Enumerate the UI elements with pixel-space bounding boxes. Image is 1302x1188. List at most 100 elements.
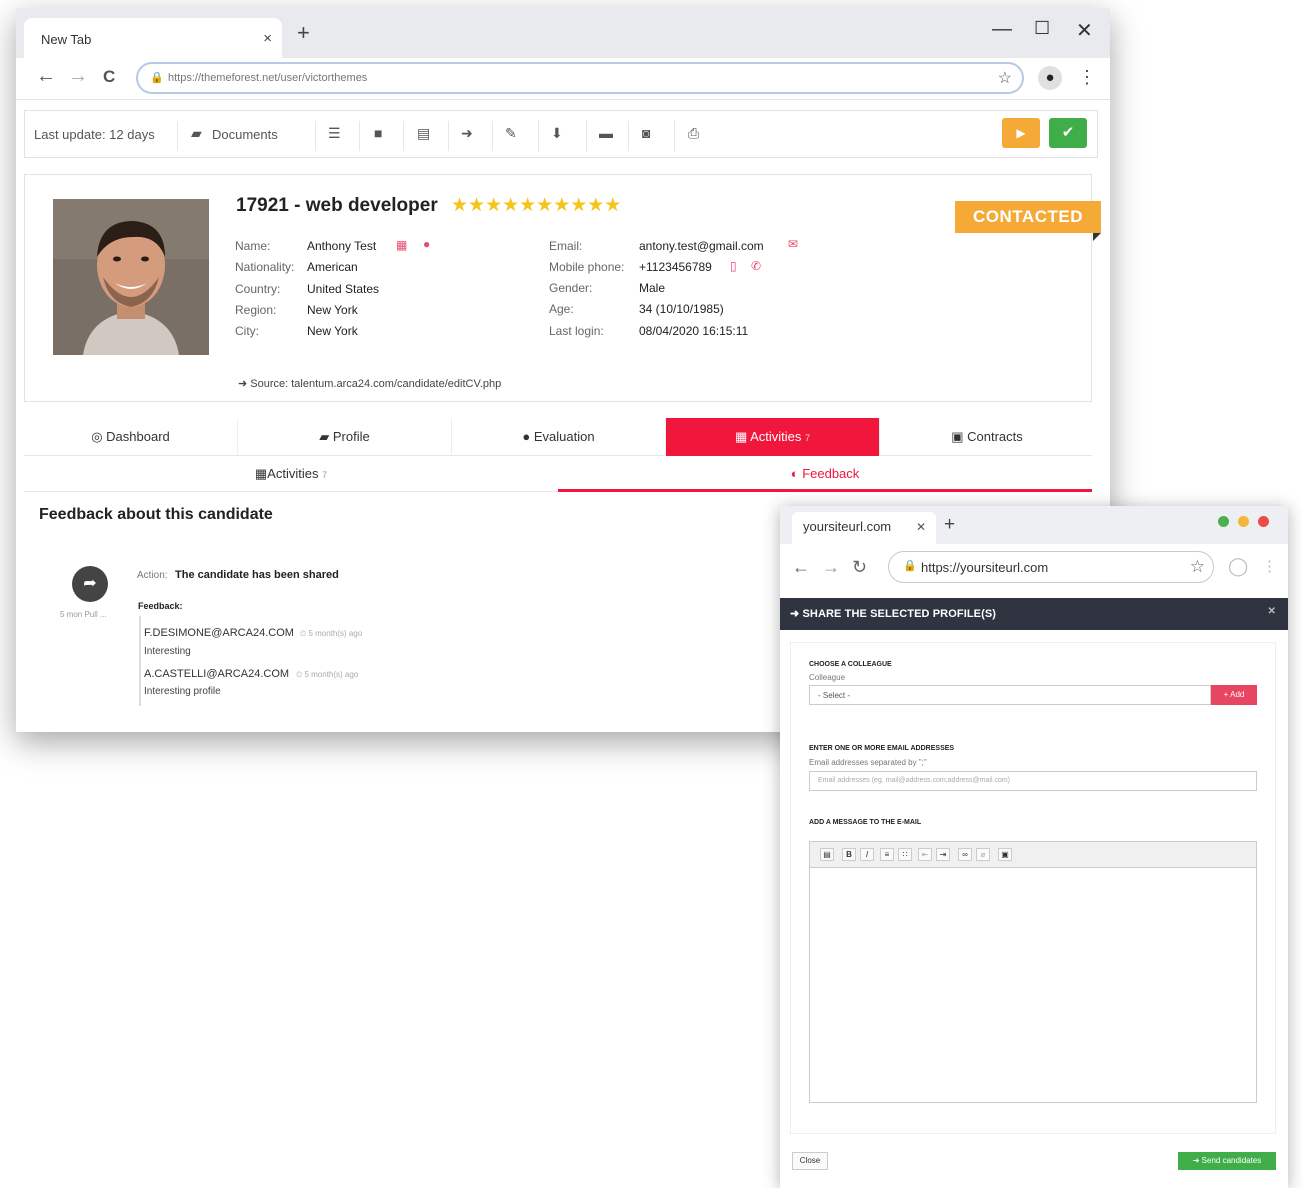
rating-stars[interactable]: ★★★★★★★★★★ [451,194,621,217]
main-tabs: ◎ Dashboard ▰ Profile ● Evaluation ▦ Act… [24,418,1092,456]
print-icon[interactable]: ⎙ [688,125,699,142]
tab-activities[interactable]: ▦ Activities 7 [666,418,880,456]
image-icon[interactable]: ▣ [998,848,1012,861]
briefcase-icon: ▰ [319,429,333,444]
video-icon[interactable]: ■ [374,125,382,141]
dashboard-icon: ◎ [91,429,107,444]
bookmark-star-icon[interactable]: ☆ [1190,557,1205,577]
documents-button[interactable]: Documents [212,127,278,142]
subtab-label: Feedback [802,466,860,481]
tab-evaluation[interactable]: ● Evaluation [452,418,666,456]
maximize-button[interactable]: ☐ [1034,18,1050,39]
tab-close-icon[interactable]: ✕ [916,520,926,534]
documents-icon: ▰ [191,125,202,141]
confirm-button[interactable]: ✔ [1049,118,1087,148]
download-icon[interactable]: ⬇ [551,125,563,142]
feedback-icon: ◐ [790,466,803,481]
gender-value: Male [639,281,666,295]
share-icon[interactable]: ➜ [461,125,473,142]
new-tab-button[interactable]: + [297,20,310,46]
email-addresses-input[interactable]: Email addresses (eg. mail@address.com;ad… [809,771,1257,791]
close-button[interactable]: Close [792,1152,828,1170]
phone-icon[interactable]: ✆ [751,259,761,273]
send-candidates-button[interactable]: ➜ Send candidates [1178,1152,1276,1170]
feedback-title: Feedback about this candidate [39,506,273,523]
profile-avatar-icon[interactable]: ● [1038,66,1062,90]
tab-profile[interactable]: ▰ Profile [238,418,452,456]
forward-button[interactable]: → [68,65,88,88]
menu-kebab-icon[interactable]: ⋮ [1262,557,1277,575]
sms-icon[interactable]: ▯ [730,259,737,273]
last-update-text: Last update: 12 days [34,127,155,142]
action-text: The candidate has been shared [175,569,339,581]
url-text: https://themeforest.net/user/victortheme… [168,72,368,84]
message-editor[interactable]: ▤ B I ≡ ∷ ⇤ ⇥ ∞ ⌀ ▣ [809,841,1257,1103]
document-icon[interactable]: ▤ [417,125,430,142]
award-icon: ● [522,429,534,444]
popup-browser-window: yoursiteurl.com ✕ + ← → ↻ 🔒 https://your… [780,506,1288,1188]
archive-icon[interactable]: ▬ [599,125,613,141]
feedback-message: Interesting [144,646,191,657]
profile-icon[interactable]: ◯ [1228,556,1248,577]
calendar-icon[interactable]: ▦ [396,238,407,252]
back-button[interactable]: ← [36,65,56,88]
tab-contracts[interactable]: ▣ Contracts [880,418,1094,456]
link-icon[interactable]: ∞ [958,848,972,861]
edit-pencil-icon[interactable]: ✎ [505,125,517,142]
toolbar-divider [315,121,316,151]
tab-close-icon[interactable]: × [263,30,272,47]
modal-title: SHARE THE SELECTED PROFILE(S) [802,608,997,620]
minimize-button[interactable]: — [992,18,1012,41]
reload-icon[interactable]: ↻ [852,557,867,578]
menu-kebab-icon[interactable]: ⋮ [1078,67,1096,88]
feedback-time: ⏲ 5 month(s) ago [296,670,358,680]
window-dot-yellow[interactable] [1238,516,1249,527]
tab-count: 7 [805,433,811,443]
colleague-label: Colleague [809,673,846,682]
mail-icon[interactable]: ✉ [788,237,798,251]
camera-icon[interactable]: ◙ [642,125,650,141]
bookmark-star-icon[interactable]: ☆ [998,68,1012,88]
bullet-list-icon[interactable]: ∷ [898,848,912,861]
paste-icon[interactable]: ▤ [820,848,834,861]
indent-icon[interactable]: ⇥ [936,848,950,861]
feedback-time-text: 5 month(s) ago [308,629,363,638]
popup-browser-tab[interactable]: yoursiteurl.com ✕ [792,512,936,544]
toolbar-divider [177,121,178,151]
reload-button[interactable]: C [103,67,115,87]
forward-button[interactable]: → [822,557,840,578]
ordered-list-icon[interactable]: ≡ [880,848,894,861]
italic-icon[interactable]: I [860,848,874,861]
window-dot-red[interactable] [1258,516,1269,527]
name-value: Anthony Test [307,239,377,253]
back-button[interactable]: ← [792,557,810,578]
add-colleague-button[interactable]: + Add [1211,685,1257,705]
editor-toolbar: ▤ B I ≡ ∷ ⇤ ⇥ ∞ ⌀ ▣ [810,842,1256,868]
city-label: City: [235,324,259,338]
modal-close-icon[interactable]: ✕ [1268,606,1276,617]
subtab-feedback[interactable]: ◐ Feedback [558,456,1092,492]
source-link[interactable]: ➜ Source: talentum.arca24.com/candidate/… [238,377,501,390]
window-dot-green[interactable] [1218,516,1229,527]
last-login-value: 08/04/2020 16:15:11 [639,324,749,338]
colleague-select[interactable]: - Select - [809,685,1211,705]
list-icon[interactable]: ☰ [328,125,341,142]
play-button[interactable]: ▶ [1002,118,1040,148]
calendar-icon: ▦ [254,466,268,481]
url-bar[interactable]: 🔒 https://themeforest.net/user/victorthe… [136,62,1024,94]
browser-tab[interactable]: New Tab × [24,18,282,58]
toolbar-divider [628,121,629,151]
popup-url-bar[interactable]: 🔒 https://yoursiteurl.com ☆ [888,551,1214,583]
chat-icon[interactable]: ● [423,237,430,251]
feedback-label: Feedback: [138,601,183,611]
new-tab-button[interactable]: + [944,514,955,536]
toolbar-divider [674,121,675,151]
close-window-button[interactable]: ✕ [1076,18,1093,43]
unlink-icon[interactable]: ⌀ [976,848,990,861]
feedback-message: Interesting profile [144,686,221,697]
subtab-activities[interactable]: ▦Activities 7 [24,456,558,492]
bold-icon[interactable]: B [842,848,856,861]
outdent-icon[interactable]: ⇤ [918,848,932,861]
email-value[interactable]: antony.test@gmail.com [639,239,764,253]
tab-dashboard[interactable]: ◎ Dashboard [24,418,238,456]
